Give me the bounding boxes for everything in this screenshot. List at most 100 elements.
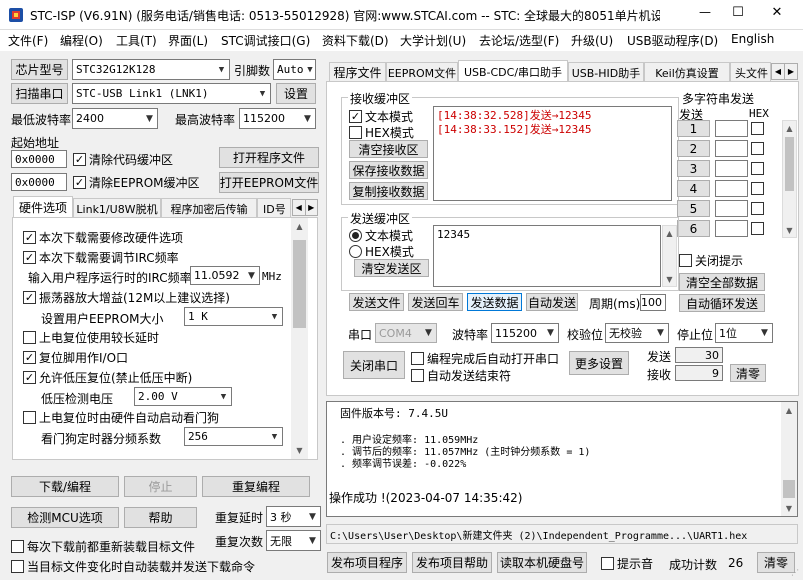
stop-bit-select[interactable]: 1位 ▼ — [715, 323, 773, 343]
send-scrollbar[interactable]: ▲ ▼ — [662, 225, 677, 287]
send-file-button[interactable]: 发送文件 — [349, 293, 404, 311]
tab-eeprom-file[interactable]: EEPROM文件 — [386, 62, 458, 82]
pins-select[interactable]: Auto ▼ — [273, 59, 316, 80]
scan-port-button[interactable]: 扫描串口 — [11, 83, 68, 104]
auto-send-terminator-checkbox[interactable]: 自动发送结束符 — [411, 367, 511, 384]
multi-send-hex-3[interactable] — [751, 162, 764, 175]
minimize-button[interactable]: — — [690, 5, 720, 19]
menu-upgrade[interactable]: 升级(U) — [571, 32, 613, 49]
menu-downloads[interactable]: 资料下载(D) — [322, 32, 389, 49]
clear-counters-button[interactable]: 清零 — [730, 364, 766, 382]
read-disk-serial-button[interactable]: 读取本机硬盘号 — [497, 552, 587, 573]
right-tab-scroll-arrows[interactable]: ◀ ▶ — [771, 63, 798, 80]
publish-help-button[interactable]: 发布项目帮助 — [412, 552, 492, 573]
multi-send-input-1[interactable] — [715, 120, 748, 137]
low-voltage-select[interactable]: 2.00 V ▼ — [134, 387, 232, 406]
open-eeprom-file-button[interactable]: 打开EEPROM文件 — [219, 172, 319, 193]
multi-send-hex-2[interactable] — [751, 142, 764, 155]
multi-send-hex-1[interactable] — [751, 122, 764, 135]
reset-pin-io-checkbox[interactable]: ✓ 复位脚用作I/O口 — [23, 349, 128, 366]
close-button[interactable]: ✕ — [762, 5, 792, 20]
max-baud-select[interactable]: 115200 ▼ — [239, 108, 316, 129]
long-reset-delay-checkbox[interactable]: 上电复位使用较长延时 — [23, 329, 159, 346]
save-receive-button[interactable]: 保存接收数据 — [349, 161, 428, 179]
reload-before-download-checkbox[interactable]: 每次下载前都重新装载目标文件 — [11, 538, 195, 555]
send-text-mode-radio[interactable]: 文本模式 — [349, 227, 413, 244]
download-program-button[interactable]: 下载/编程 — [11, 476, 119, 497]
tab-program-file[interactable]: 程序文件 — [329, 62, 386, 82]
address1-input[interactable]: 0x0000 — [11, 150, 67, 168]
multi-send-button-1[interactable]: 1 — [677, 120, 710, 137]
scrollbar-thumb[interactable] — [293, 240, 306, 328]
multi-send-input-3[interactable] — [715, 160, 748, 177]
menu-usb-driver[interactable]: USB驱动程序(D) — [627, 32, 718, 49]
scroll-up-icon[interactable]: ▲ — [781, 402, 797, 418]
menu-debug[interactable]: STC调试接口(G) — [221, 32, 310, 49]
beep-checkbox[interactable]: 提示音 — [601, 555, 653, 572]
auto-load-send-checkbox[interactable]: 当目标文件变化时自动装载并发送下载命令 — [11, 558, 255, 575]
port-select[interactable]: STC-USB Link1 (LNK1) ▼ — [72, 83, 271, 104]
eeprom-size-select[interactable]: 1 K ▼ — [184, 307, 283, 326]
recv-hex-mode-checkbox[interactable]: HEX模式 — [349, 124, 414, 141]
multi-send-hex-4[interactable] — [751, 182, 764, 195]
hw-options-scrollbar[interactable]: ▲ ▼ — [291, 218, 308, 459]
auto-open-port-checkbox[interactable]: 编程完成后自动打开串口 — [411, 350, 559, 367]
chevron-left-icon[interactable]: ◀ — [772, 64, 785, 79]
clear-success-count-button[interactable]: 清零 — [757, 552, 795, 573]
more-settings-button[interactable]: 更多设置 — [569, 351, 629, 375]
chip-model-select[interactable]: STC32G12K128 ▼ — [72, 59, 230, 80]
multi-send-input-4[interactable] — [715, 180, 748, 197]
chevron-right-icon[interactable]: ▶ — [785, 64, 797, 79]
copy-receive-button[interactable]: 复制接收数据 — [349, 182, 428, 200]
multi-send-input-6[interactable] — [715, 220, 748, 237]
clear-eeprom-checkbox[interactable]: ✓ 清除EEPROM缓冲区 — [73, 174, 200, 191]
modify-hw-options-checkbox[interactable]: ✓ 本次下载需要修改硬件选项 — [23, 229, 183, 246]
scroll-down-icon[interactable]: ▼ — [663, 272, 676, 286]
multi-send-button-4[interactable]: 4 — [677, 180, 710, 197]
clear-send-button[interactable]: 清空发送区 — [354, 259, 429, 277]
log-output[interactable]: 固件版本号: 7.4.5U . 用户设定频率: 11.059MHz . 调节后的… — [326, 401, 798, 517]
period-input[interactable]: 100 — [640, 294, 666, 311]
help-button[interactable]: 帮助 — [124, 507, 197, 528]
scroll-down-icon[interactable]: ▼ — [781, 500, 797, 516]
send-hex-mode-radio[interactable]: HEX模式 — [349, 243, 414, 260]
menu-program[interactable]: 编程(O) — [60, 32, 103, 49]
tab-usb-cdc-serial[interactable]: USB-CDC/串口助手 — [458, 60, 568, 82]
log-scrollbar[interactable]: ▲ ▼ — [781, 402, 797, 516]
tab-encrypted-transfer[interactable]: 程序加密后传输 — [161, 198, 257, 218]
multi-send-button-5[interactable]: 5 — [677, 200, 710, 217]
clear-all-data-button[interactable]: 清空全部数据 — [679, 273, 765, 291]
baud-rate-select[interactable]: 115200 ▼ — [491, 323, 559, 343]
receive-textarea[interactable]: [14:38:32.528]发送→12345 [14:38:33.152]发送→… — [433, 106, 672, 201]
multi-send-hex-6[interactable] — [751, 222, 764, 235]
recv-text-mode-checkbox[interactable]: ✓ 文本模式 — [349, 108, 413, 125]
osc-gain-checkbox[interactable]: ✓ 振荡器放大增益(12M以上建议选择) — [23, 289, 230, 306]
close-hint-checkbox[interactable]: 关闭提示 — [679, 252, 743, 269]
multi-send-button-6[interactable]: 6 — [677, 220, 710, 237]
stop-button[interactable]: 停止 — [124, 476, 197, 497]
watchdog-auto-start-checkbox[interactable]: 上电复位时由硬件自动启动看门狗 — [23, 409, 219, 426]
clear-receive-button[interactable]: 清空接收区 — [349, 140, 428, 158]
resize-grip-icon[interactable]: ⋰ — [791, 568, 801, 578]
tab-scroll-arrows[interactable]: ◀ ▶ — [292, 199, 318, 216]
port-select-right[interactable]: COM4 ▼ — [375, 323, 437, 343]
settings-button[interactable]: 设置 — [276, 83, 316, 104]
send-return-button[interactable]: 发送回车 — [408, 293, 463, 311]
menu-interface[interactable]: 界面(L) — [168, 32, 208, 49]
chip-model-button[interactable]: 芯片型号 — [11, 59, 68, 80]
check-mcu-button[interactable]: 检测MCU选项 — [11, 507, 119, 528]
scrollbar-thumb[interactable] — [783, 480, 795, 498]
tab-link1-offline[interactable]: Link1/U8W脱机 — [73, 198, 161, 218]
multi-send-input-5[interactable] — [715, 200, 748, 217]
tab-hardware-options[interactable]: 硬件选项 — [13, 196, 73, 218]
menu-forum[interactable]: 去论坛/选型(F) — [479, 32, 559, 49]
clear-code-checkbox[interactable]: ✓ 清除代码缓冲区 — [73, 151, 173, 168]
multi-send-scrollbar[interactable]: ▲ ▼ — [782, 120, 797, 238]
multi-send-input-2[interactable] — [715, 140, 748, 157]
scroll-up-icon[interactable]: ▲ — [291, 218, 308, 235]
auto-send-button[interactable]: 自动发送 — [526, 293, 578, 311]
address2-input[interactable]: 0x0000 — [11, 173, 67, 191]
scrollbar-thumb[interactable] — [785, 137, 794, 191]
publish-program-button[interactable]: 发布项目程序 — [327, 552, 407, 573]
min-baud-select[interactable]: 2400 ▼ — [72, 108, 158, 129]
